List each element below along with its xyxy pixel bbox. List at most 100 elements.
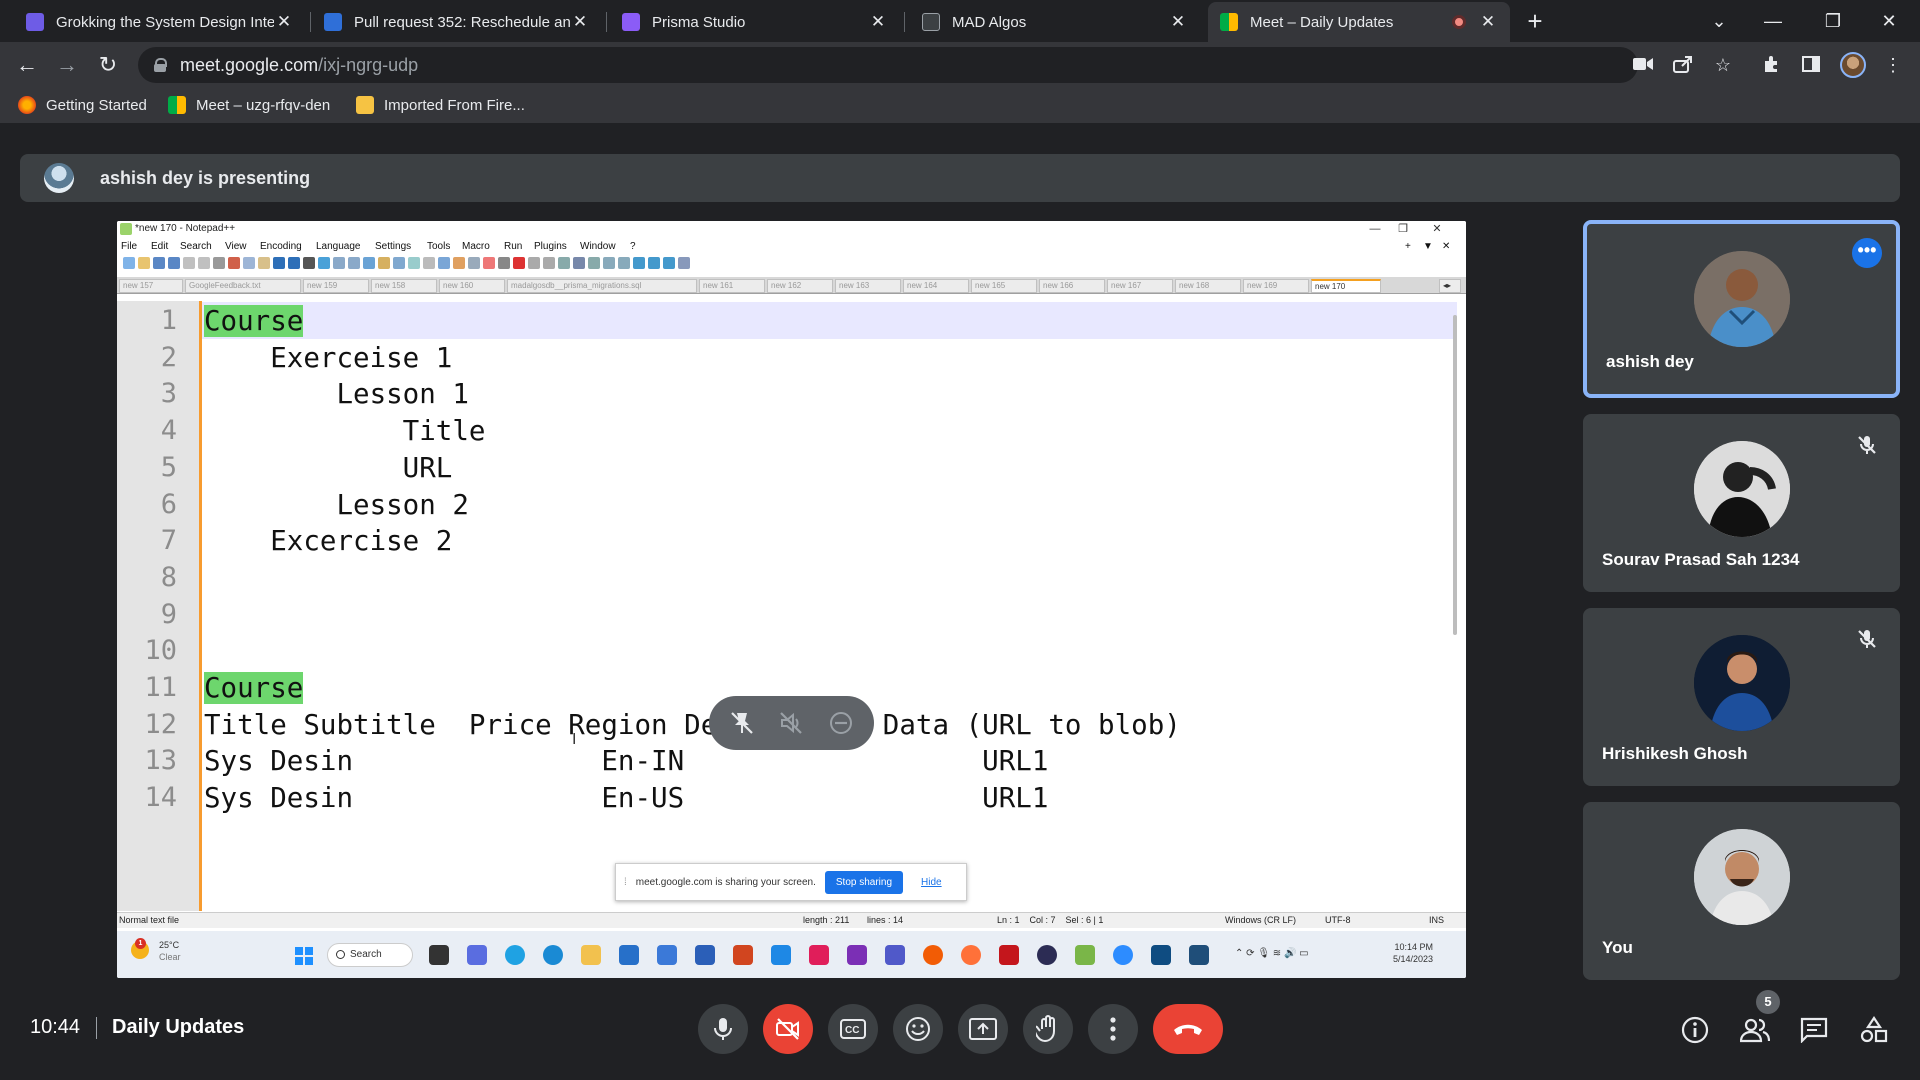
bookmark-meet[interactable]: Meet – uzg-rfqv-den [168, 96, 330, 114]
tab-grokking[interactable]: Grokking the System Design Inte ✕ [14, 2, 306, 42]
presentation-controls-pill [709, 696, 874, 750]
more-options-button[interactable] [1088, 1004, 1138, 1054]
calendar-icon [657, 945, 677, 965]
menu-encoding: Encoding [260, 241, 302, 252]
line-number: 8 [160, 561, 177, 593]
close-icon[interactable]: ✕ [1478, 12, 1498, 32]
line-number: 2 [160, 341, 177, 373]
raise-hand-button[interactable] [1023, 1004, 1073, 1054]
people-button[interactable] [1739, 1014, 1771, 1046]
meeting-details-button[interactable] [1679, 1014, 1711, 1046]
chat-button[interactable] [1798, 1014, 1830, 1046]
participant-avatar [1693, 635, 1790, 731]
notepad-plus-plus-taskbar-icon [1075, 945, 1095, 965]
profile-avatar[interactable] [1840, 52, 1866, 78]
bookmarks-bar: Getting Started Meet – uzg-rfqv-den Impo… [0, 88, 1920, 124]
present-now-button[interactable] [958, 1004, 1008, 1054]
camera-off-button[interactable] [763, 1004, 813, 1054]
code-line: Lesson 2 [204, 489, 468, 521]
close-icon[interactable]: ✕ [570, 12, 590, 32]
closed-captions-icon: CC [840, 1019, 866, 1039]
tab-divider [904, 12, 905, 32]
np-tab-scroll-arrows-icon: ◂▸ [1439, 279, 1461, 293]
people-icon [1740, 1018, 1770, 1043]
np-tab: new 158 [371, 279, 437, 293]
status-length: length : 211 [803, 915, 850, 925]
microphone-button[interactable] [698, 1004, 748, 1054]
system-tray-icons: ⌃ ⟳ 🎙 ≋ 🔊 ▭ [1235, 948, 1309, 959]
drag-grip-icon: ⁞ [624, 876, 627, 888]
slack-icon [809, 945, 829, 965]
line-number: 6 [160, 488, 177, 520]
hide-banner-link: Hide [921, 876, 942, 888]
vscode-icon [771, 945, 791, 965]
notepad-tab-bar: new 157 GoogleFeedback.txt new 159 new 1… [117, 277, 1466, 294]
remove-from-call-icon[interactable] [826, 708, 856, 738]
tab-prisma-studio[interactable]: Prisma Studio ✕ [610, 2, 900, 42]
menu-view: View [225, 241, 247, 252]
back-button[interactable]: ← [12, 50, 42, 80]
participant-tile-hrishikesh[interactable]: Hrishikesh Ghosh [1583, 608, 1900, 786]
side-panel-icon[interactable] [1800, 55, 1822, 75]
menu-edit: Edit [151, 241, 169, 252]
activities-button[interactable] [1858, 1014, 1890, 1046]
activities-shapes-icon [1860, 1016, 1888, 1043]
reactions-button[interactable] [893, 1004, 943, 1054]
bookmark-imported-folder[interactable]: Imported From Fire... [356, 96, 525, 114]
tab-meet-daily-updates[interactable]: Meet – Daily Updates ✕ [1208, 2, 1510, 42]
bookmark-getting-started[interactable]: Getting Started [18, 96, 147, 114]
close-icon[interactable]: ✕ [1168, 12, 1188, 32]
np-tab: new 164 [903, 279, 969, 293]
reload-button[interactable]: ↻ [93, 50, 123, 80]
np-tab: new 163 [835, 279, 901, 293]
divider [96, 1017, 97, 1039]
google-meet-favicon-icon [1220, 13, 1238, 31]
forward-button[interactable]: → [52, 50, 82, 80]
np-tab: new 167 [1107, 279, 1173, 293]
code-line: Exerceise 1 [204, 342, 452, 374]
task-view-icon [429, 945, 449, 965]
mute-presentation-audio-icon[interactable] [776, 708, 806, 738]
new-tab-button[interactable]: + [1520, 6, 1550, 36]
camera-in-use-icon[interactable] [1632, 55, 1654, 75]
eclipse-icon [1037, 945, 1057, 965]
code-line: Sys Desin En-IN URL1 [204, 745, 1048, 777]
tab-pull-request[interactable]: Pull request 352: Reschedule and ✕ [312, 2, 602, 42]
kebab-menu-icon[interactable]: ⋮ [1882, 55, 1904, 75]
code-text: Title [204, 415, 486, 448]
tab-strip: Grokking the System Design Inte ✕ Pull r… [0, 0, 1920, 42]
participant-tile-ashish-dey[interactable]: ••• ashish dey [1583, 220, 1900, 398]
code-line: Title [204, 415, 486, 448]
code-line: Lesson 1 [204, 378, 468, 410]
leave-call-button[interactable] [1153, 1004, 1223, 1054]
tab-divider [310, 12, 311, 32]
presenter-avatar [44, 163, 74, 193]
minimize-button[interactable]: — [1750, 6, 1796, 36]
restore-button[interactable]: ❐ [1810, 6, 1856, 36]
share-icon[interactable] [1672, 55, 1694, 75]
stop-sharing-button: Stop sharing [824, 870, 904, 894]
participant-tile-you[interactable]: You [1583, 802, 1900, 980]
tab-search-chevron-icon[interactable]: ⌄ [1696, 6, 1742, 36]
more-options-button[interactable]: ••• [1852, 238, 1882, 268]
extensions-icon[interactable] [1760, 55, 1782, 75]
notepad-titlebar: *new 170 - Notepad++ — ❐ ✕ [117, 221, 1466, 237]
close-window-button[interactable]: ✕ [1866, 6, 1912, 36]
np-tab: new 161 [699, 279, 765, 293]
line-number: 3 [160, 378, 177, 410]
tab-mad-algos[interactable]: MAD Algos ✕ [910, 2, 1200, 42]
postman-icon [923, 945, 943, 965]
hand-icon [1036, 1015, 1055, 1043]
captions-button[interactable]: CC [828, 1004, 878, 1054]
participant-tile-sourav[interactable]: Sourav Prasad Sah 1234 [1583, 414, 1900, 592]
close-icon[interactable]: ✕ [274, 12, 294, 32]
address-bar[interactable]: meet.google.com/ixj-ngrg-udp [138, 47, 1638, 83]
editor-scrollbar [1453, 315, 1457, 635]
highlighted-match: Course [204, 672, 304, 704]
bookmark-star-icon[interactable]: ☆ [1712, 55, 1734, 75]
close-icon[interactable]: ✕ [868, 12, 888, 32]
unpin-icon[interactable] [727, 708, 757, 738]
microphone-icon [714, 1018, 732, 1040]
status-lines: lines : 14 [867, 915, 904, 925]
np-tab: madalgosdb__prisma_migrations.sql [507, 279, 697, 293]
